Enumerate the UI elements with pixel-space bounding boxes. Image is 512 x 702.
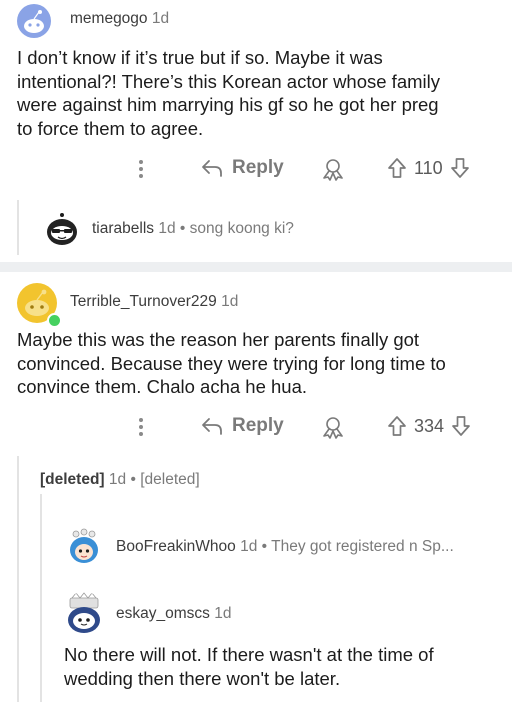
username[interactable]: tiarabells — [92, 220, 154, 237]
username: [deleted] — [40, 471, 105, 488]
reply-label: Reply — [232, 157, 284, 178]
avatar-memegogo[interactable] — [17, 4, 51, 38]
upvote-icon[interactable] — [386, 415, 408, 437]
comment-header: Terrible_Turnover229 1d — [70, 293, 238, 311]
body-line: wedding then there won't be later. — [64, 667, 341, 689]
collapsed-reply[interactable]: BooFreakinWhoo 1d • They got registered … — [116, 538, 506, 556]
reply-icon — [202, 160, 222, 177]
reply-label: Reply — [232, 415, 284, 436]
more-options-icon[interactable] — [139, 160, 143, 178]
downvote-icon[interactable] — [449, 157, 471, 179]
award-button[interactable] — [320, 157, 346, 186]
vote-bar: 334 — [386, 415, 472, 437]
comment-header: eskay_omscs 1d — [116, 605, 231, 623]
snoo-avatar — [47, 213, 77, 245]
vote-score: 110 — [414, 157, 443, 178]
upvote-icon[interactable] — [386, 157, 408, 179]
body-line: to force them to agree. — [17, 117, 204, 139]
comment-body: No there will not. If there wasn't at th… — [64, 643, 504, 690]
snoo-avatar — [24, 10, 44, 33]
comment-body: I don’t know if it’s true but if so. May… — [17, 46, 507, 140]
award-icon — [323, 159, 343, 181]
body-line: Maybe this was the reason her parents fi… — [17, 329, 420, 350]
comment-header: memegogo 1d — [70, 10, 169, 28]
avatar-tiarabells[interactable] — [42, 209, 82, 249]
online-dot — [47, 313, 62, 328]
reply-icon — [202, 418, 222, 435]
snoo-avatar — [70, 528, 98, 563]
comment-age: 1d — [240, 538, 258, 555]
username[interactable]: BooFreakinWhoo — [116, 538, 236, 555]
collapsed-text: They got registered n Sp... — [271, 538, 454, 555]
comment-age: 1d — [151, 10, 170, 27]
body-line: I don’t know if it’s true but if so. May… — [17, 47, 383, 68]
comment-age: 1d — [158, 220, 176, 237]
vote-bar: 110 — [386, 157, 471, 179]
collapsed-text: [deleted] — [140, 471, 200, 488]
body-line: were against him marrying his gf so he g… — [17, 94, 439, 115]
vote-score: 334 — [414, 415, 445, 436]
thread-line[interactable] — [40, 494, 42, 702]
award-icon — [323, 417, 343, 439]
reply-button[interactable]: Reply — [200, 415, 284, 437]
username[interactable]: eskay_omscs — [116, 605, 210, 622]
body-line: intentional?! There’s this Korean actor … — [17, 70, 440, 92]
downvote-icon[interactable] — [450, 415, 472, 437]
avatar-boofreakinwhoo[interactable] — [64, 526, 104, 566]
separator-dot: • — [130, 471, 136, 488]
collapsed-text: song koong ki? — [189, 220, 294, 237]
award-button[interactable] — [320, 415, 346, 444]
separator-dot: • — [261, 538, 268, 555]
body-line: convinced. Because they were trying for … — [17, 352, 446, 374]
thread-line[interactable] — [17, 456, 19, 702]
more-options-icon[interactable] — [139, 418, 143, 436]
comment-age: 1d — [108, 471, 127, 488]
username[interactable]: memegogo — [70, 10, 148, 27]
comment-separator — [0, 262, 512, 272]
body-line: No there will not. If there wasn't at th… — [64, 644, 434, 665]
reply-button[interactable]: Reply — [200, 157, 284, 179]
comment-age: 1d — [214, 605, 232, 622]
comment-age: 1d — [221, 293, 239, 310]
collapsed-reply[interactable]: [deleted] 1d • [deleted] — [40, 471, 200, 489]
separator-dot: • — [179, 220, 186, 237]
comment-body: Maybe this was the reason her parents fi… — [17, 328, 507, 399]
thread-line[interactable] — [17, 200, 19, 255]
username[interactable]: Terrible_Turnover229 — [70, 293, 217, 310]
snoo-avatar — [68, 592, 100, 633]
body-line: convince them. Chalo acha he hua. — [17, 376, 308, 397]
collapsed-reply[interactable]: tiarabells 1d • song koong ki? — [92, 220, 294, 238]
avatar-eskay-omscs[interactable] — [62, 592, 106, 636]
